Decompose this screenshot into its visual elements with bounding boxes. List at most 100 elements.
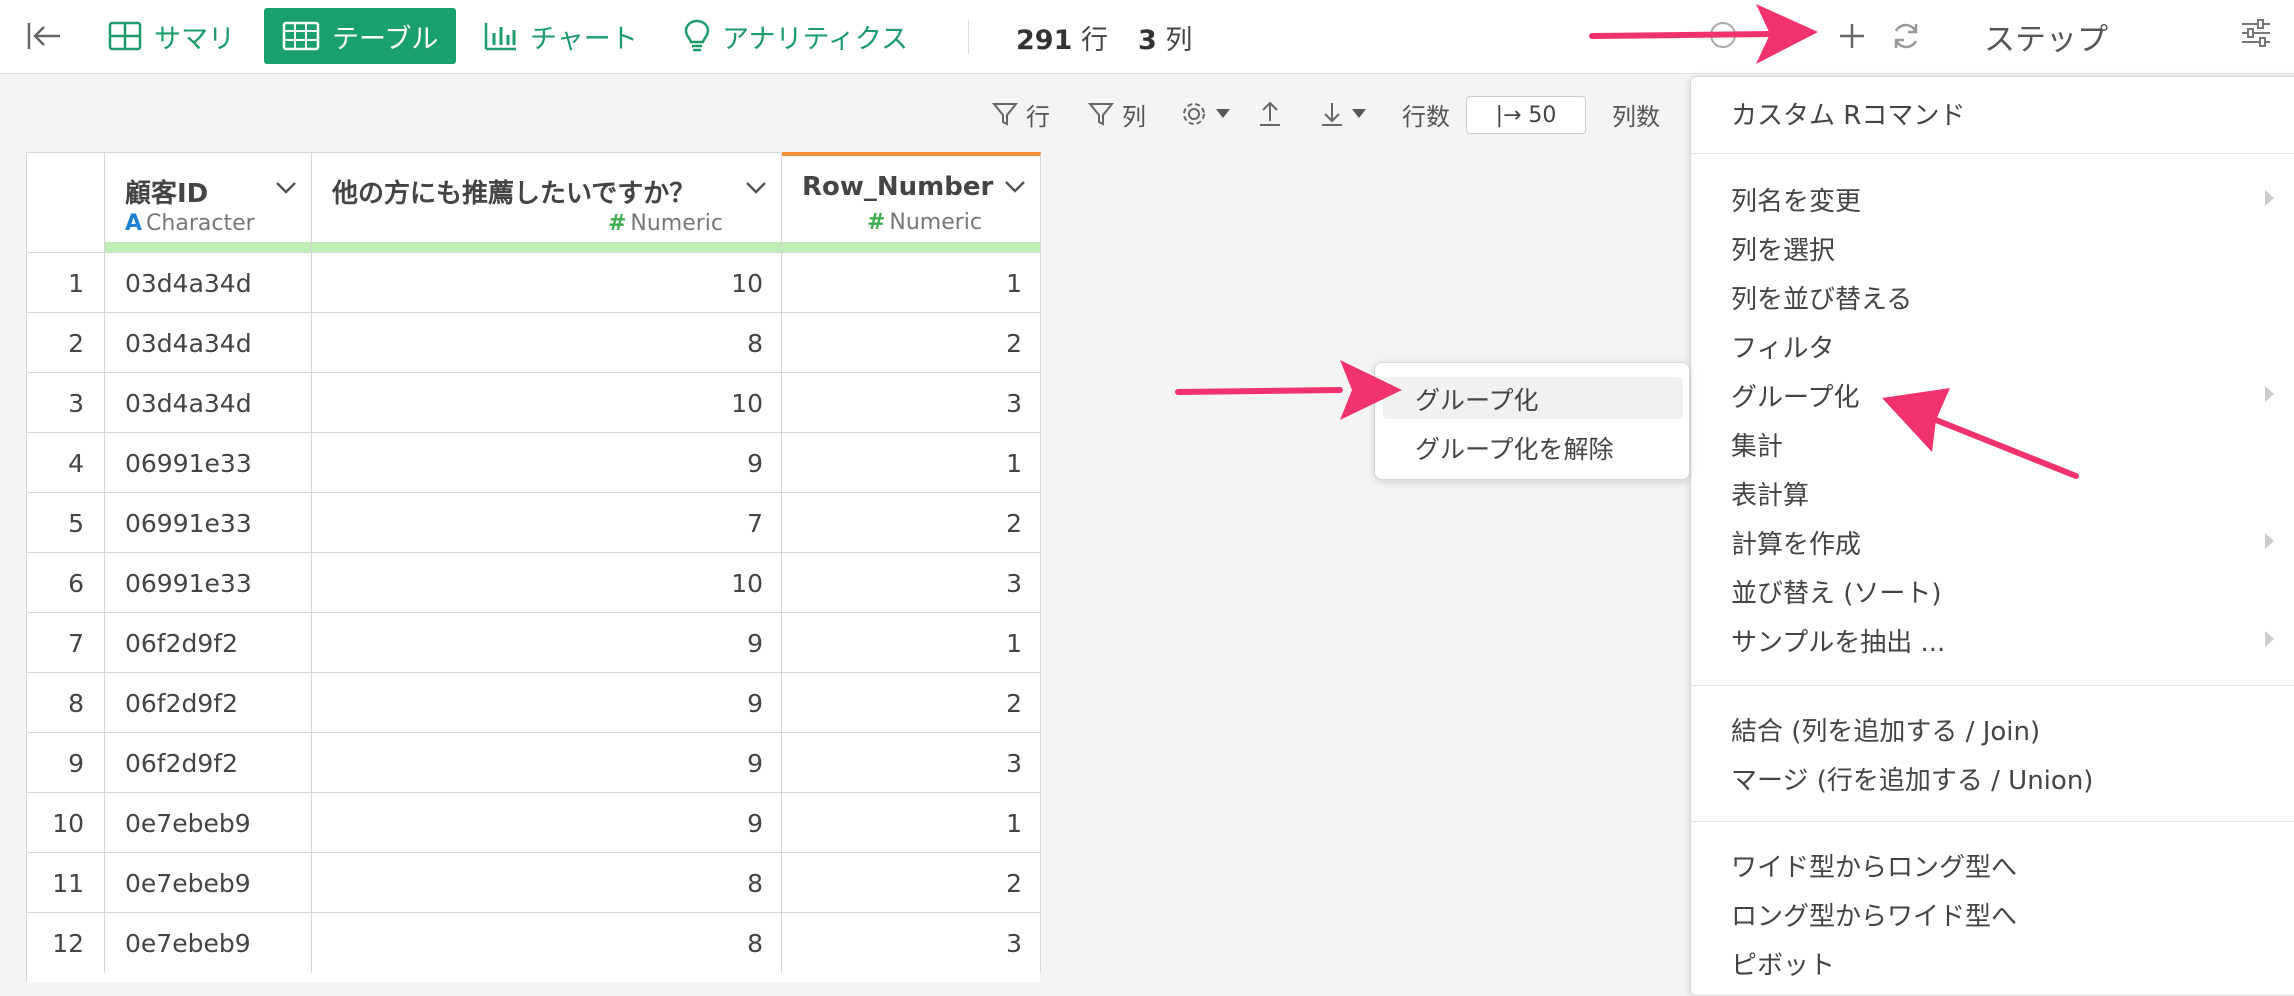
menu-item-rename-columns[interactable]: 列名を変更	[1731, 181, 1861, 218]
chevron-down-icon[interactable]	[1004, 180, 1026, 194]
submenu-item-group-by[interactable]: グループ化	[1415, 381, 1539, 417]
numeric-type-icon: #	[607, 211, 627, 236]
recommend-score-cell[interactable]: 9	[312, 733, 782, 793]
menu-item-wide-to-long[interactable]: ワイド型からロング型へ	[1731, 847, 2017, 884]
menu-item-create-calculation[interactable]: 計算を作成	[1731, 524, 1861, 561]
row-index-cell[interactable]: 9	[27, 733, 105, 793]
recommend-score-cell[interactable]: 10	[312, 253, 782, 313]
row-index-cell[interactable]: 8	[27, 673, 105, 733]
row-number-cell[interactable]: 3	[782, 913, 1041, 973]
row-index-cell[interactable]: 1	[27, 253, 105, 313]
row-number-cell[interactable]: 3	[782, 733, 1041, 793]
download-button[interactable]	[1320, 96, 1374, 132]
row-index-cell[interactable]: 3	[27, 373, 105, 433]
row-number-cell[interactable]: 2	[782, 313, 1041, 373]
customer-id-cell[interactable]: 03d4a34d	[105, 253, 312, 313]
customer-id-cell[interactable]: 0e7ebeb9	[105, 793, 312, 853]
row-number-cell[interactable]: 2	[782, 493, 1041, 553]
recommend-score-cell[interactable]: 9	[312, 613, 782, 673]
recommend-score-cell[interactable]: 10	[312, 553, 782, 613]
column-quality-bar	[782, 242, 1040, 252]
recommend-score-cell[interactable]: 9	[312, 673, 782, 733]
tab-summary[interactable]: サマリ	[96, 8, 247, 64]
menu-item-join[interactable]: 結合 (列を追加する / Join)	[1731, 711, 2040, 748]
menu-item-pivot[interactable]: ピボット	[1731, 945, 1835, 982]
menu-item-union[interactable]: マージ (行を追加する / Union)	[1731, 760, 2093, 797]
menu-item-table-calculation[interactable]: 表計算	[1731, 475, 1809, 512]
row-number-cell[interactable]: 1	[782, 793, 1041, 853]
customer-id-cell[interactable]: 03d4a34d	[105, 313, 312, 373]
row-number-cell[interactable]: 2	[782, 673, 1041, 733]
customer-id-cell[interactable]: 03d4a34d	[105, 373, 312, 433]
row-index-cell[interactable]: 4	[27, 433, 105, 493]
help-icon[interactable]	[1708, 20, 1738, 50]
tab-chart[interactable]: チャート	[472, 8, 650, 64]
menu-item-reorder-columns[interactable]: 列を並び替える	[1731, 279, 1912, 316]
menu-item-select-columns[interactable]: 列を選択	[1731, 230, 1835, 267]
row-index-cell[interactable]: 10	[27, 793, 105, 853]
tab-table[interactable]: テーブル	[264, 8, 457, 64]
menu-item-custom-r-command[interactable]: カスタム Rコマンド	[1731, 95, 1965, 132]
steps-title: ステップ	[1984, 22, 2108, 58]
chevron-down-icon[interactable]	[275, 181, 297, 195]
collapse-left-icon[interactable]	[22, 16, 66, 56]
recommend-score-cell[interactable]: 10	[312, 373, 782, 433]
recommend-score-cell[interactable]: 8	[312, 913, 782, 973]
group-by-submenu: グループ化 グループ化を解除	[1374, 362, 1690, 480]
row-number-cell[interactable]: 1	[782, 613, 1041, 673]
column-count-value: 3	[1138, 25, 1157, 56]
menu-item-sort[interactable]: 並び替え (ソート)	[1731, 573, 1942, 610]
column-header-recommend[interactable]: 他の方にも推薦したいですか？ # Numeric	[312, 152, 782, 252]
customer-id-cell[interactable]: 06f2d9f2	[105, 673, 312, 733]
chevron-right-icon	[2265, 533, 2274, 549]
row-number-cell[interactable]: 3	[782, 553, 1041, 613]
row-number-cell[interactable]: 3	[782, 373, 1041, 433]
recommend-score-cell[interactable]: 9	[312, 433, 782, 493]
tab-analytics[interactable]: アナリティクス	[672, 8, 920, 64]
upload-icon	[1260, 101, 1280, 126]
recommend-score-cell[interactable]: 8	[312, 313, 782, 373]
add-step-button[interactable]	[1832, 14, 1872, 58]
menu-item-long-to-wide[interactable]: ロング型からワイド型へ	[1731, 896, 2017, 933]
row-index-cell[interactable]: 12	[27, 913, 105, 973]
column-header-customer-id[interactable]: 顧客ID A Character	[105, 152, 312, 252]
customer-id-cell[interactable]: 06f2d9f2	[105, 613, 312, 673]
export-button[interactable]	[1258, 96, 1290, 132]
download-icon	[1322, 103, 1342, 126]
table-settings-button[interactable]	[1180, 96, 1238, 132]
table-row: 10 0e7ebeb9 9 1	[27, 792, 1041, 853]
sliders-settings-icon[interactable]	[2240, 18, 2276, 54]
menu-item-filter[interactable]: フィルタ	[1731, 328, 1834, 365]
customer-id-cell[interactable]: 06991e33	[105, 433, 312, 493]
row-index-cell[interactable]: 2	[27, 313, 105, 373]
character-type-icon: A	[125, 211, 143, 236]
recommend-score-cell[interactable]: 9	[312, 793, 782, 853]
menu-item-sample[interactable]: サンプルを抽出 ...	[1731, 622, 1945, 659]
rows-count-input[interactable]: |→ 50	[1466, 96, 1586, 134]
row-number-cell[interactable]: 1	[782, 433, 1041, 493]
chevron-down-icon[interactable]	[745, 181, 767, 195]
recommend-score-cell[interactable]: 8	[312, 853, 782, 913]
customer-id-cell[interactable]: 06991e33	[105, 493, 312, 553]
recommend-score-cell[interactable]: 7	[312, 493, 782, 553]
refresh-button[interactable]	[1886, 16, 1926, 56]
menu-item-summarize[interactable]: 集計	[1731, 426, 1783, 463]
row-filter-button[interactable]: 行	[992, 96, 1050, 132]
column-filter-button[interactable]: 列	[1088, 96, 1146, 132]
row-index-cell[interactable]: 11	[27, 853, 105, 913]
chevron-right-icon	[2265, 190, 2274, 206]
row-number-cell[interactable]: 1	[782, 253, 1041, 313]
customer-id-cell[interactable]: 06f2d9f2	[105, 733, 312, 793]
column-header-row-number[interactable]: Row_Number # Numeric	[782, 152, 1041, 252]
submenu-item-ungroup[interactable]: グループ化を解除	[1415, 430, 1614, 466]
customer-id-cell[interactable]: 0e7ebeb9	[105, 913, 312, 973]
row-count: 291 行	[1016, 18, 1108, 57]
row-index-cell[interactable]: 5	[27, 493, 105, 553]
customer-id-cell[interactable]: 06991e33	[105, 553, 312, 613]
menu-item-group-by[interactable]: グループ化	[1731, 377, 1859, 414]
row-index-cell[interactable]: 6	[27, 553, 105, 613]
tab-table-label: テーブル	[332, 23, 439, 55]
row-number-cell[interactable]: 2	[782, 853, 1041, 913]
customer-id-cell[interactable]: 0e7ebeb9	[105, 853, 312, 913]
row-index-cell[interactable]: 7	[27, 613, 105, 673]
